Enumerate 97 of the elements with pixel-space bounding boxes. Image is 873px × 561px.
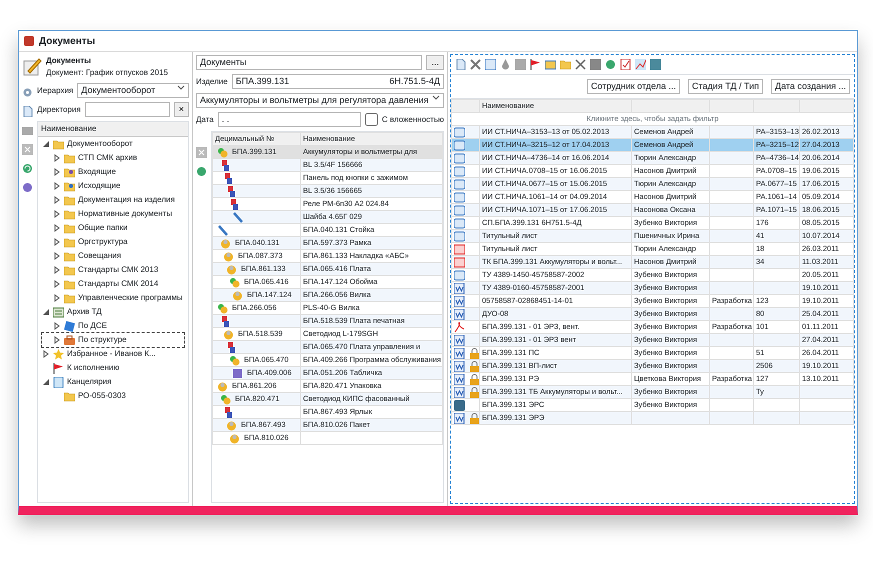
window-title: Документы [39,34,96,48]
material-icon [223,406,234,418]
pdf-icon [454,322,465,332]
folder-person-icon [64,180,75,192]
hierarchy-dropdown[interactable]: Документооборот [77,83,189,98]
word-document-icon [454,386,465,398]
filter-dropdown[interactable]: Дата создания ... [771,79,850,94]
word-document-icon [454,282,465,294]
checkbox[interactable] [364,113,378,126]
tree-item[interactable]: По структуре [42,333,184,347]
briefcase-icon [64,334,75,346]
tree-item[interactable]: РО-055-0303 [42,389,184,403]
folder-icon [64,236,75,248]
field-label: Изделие [196,76,228,88]
app-icon [23,35,35,47]
folder-icon [64,152,75,164]
tree-item[interactable]: СТП СМК архив [42,151,184,165]
tree-item[interactable]: Нормативные документы [42,207,184,221]
checklist-icon [620,59,631,70]
word-document-icon [454,374,465,384]
folder-icon [64,292,75,304]
flag-icon [530,59,541,70]
material-icon [226,186,237,196]
tree-item[interactable]: Документация на изделия [42,193,184,207]
checkbox-label[interactable]: С вложенностью [382,114,444,126]
folder-icon [64,390,75,402]
tree-item[interactable]: Архив ТД [42,305,184,319]
filter-dropdown[interactable]: Сотрудник отдела ... [586,79,680,94]
folder-icon [64,208,75,220]
tree-item[interactable]: Оргструктура [42,235,184,249]
clear-button[interactable]: × [174,102,189,117]
browse-button[interactable]: ... [426,55,444,70]
assembly-icon [217,302,228,314]
tree-item[interactable]: Исходящие [42,179,184,193]
tree-item[interactable]: Избранное - Иванов К... [42,347,184,361]
toolbar-button[interactable] [530,59,541,70]
refresh-icon [22,163,33,174]
tree-item[interactable]: Входящие [42,165,184,179]
chart-icon [635,59,646,70]
word-document-icon [454,412,465,424]
tree-item[interactable]: Стандарты СМК 2013 [42,263,184,277]
folder-icon [64,194,75,206]
stamp-icon [454,256,465,268]
material-icon [220,316,231,326]
product-code: 6Н.751.5-4Д [389,75,440,88]
assembly-icon [229,354,240,366]
filter-dropdown[interactable]: Стадия ТД / Тип [688,79,763,94]
word-document-icon [454,296,465,306]
refresh-icon [196,166,207,177]
tree-item[interactable]: Совещания [42,249,184,263]
panel-title: Документы [46,55,92,67]
tree-item[interactable]: К исполнению [42,361,184,375]
assembly-icon [229,276,240,288]
panel-subtitle: Документ: График отпусков 2015 [46,67,168,79]
product-code: БПА.399.131 [236,75,290,88]
folder-icon [64,264,75,276]
product-field[interactable]: БПА.399.131 6Н.751.5-4Д [232,74,444,89]
drop-icon [500,59,511,70]
field-label: Иерархия [37,84,74,96]
directory-field[interactable] [84,102,170,117]
archive-icon [53,306,64,318]
tree-item[interactable]: Документооборот [42,137,184,151]
tree-item[interactable]: Общие папки [42,221,184,235]
flag-icon [53,362,64,374]
assembly-icon [220,394,231,404]
material-icon [229,198,240,210]
cube-icon [232,368,243,378]
material-icon [226,342,237,352]
date-field[interactable]: . . [218,112,361,127]
product-dropdown[interactable]: Аккумуляторы и вольтметры для регулятора давления [196,93,444,108]
tree-item[interactable]: Управленческие программы [42,291,184,305]
column-header: Наименование [38,122,188,137]
tree-item[interactable]: Стандарты СМК 2014 [42,277,184,291]
folder-icon [64,278,75,290]
close-icon [575,59,586,70]
pencil-icon [22,57,42,77]
notebook-icon [53,376,64,388]
toolbar-button[interactable] [575,59,586,70]
material-icon [220,160,231,170]
field-label: Дата [196,114,214,126]
tree-item[interactable]: Канцелярия [42,375,184,389]
folder-person-icon [64,166,75,178]
expand-arrow-icon [42,378,50,386]
folder-icon [64,250,75,262]
folder-icon [560,59,571,70]
material-icon [223,172,234,184]
tree-item[interactable]: По ДСЕ [42,319,184,333]
word-document-icon [454,348,465,358]
word-document-icon [454,308,465,320]
assembly-icon [217,146,228,158]
folder-icon [64,222,75,234]
star-icon [53,348,64,360]
refresh-icon [605,59,616,70]
field-label: Директория [37,104,81,116]
documents-field[interactable]: Документы [196,55,422,70]
word-document-icon [454,334,465,346]
word-document-icon [454,360,465,372]
